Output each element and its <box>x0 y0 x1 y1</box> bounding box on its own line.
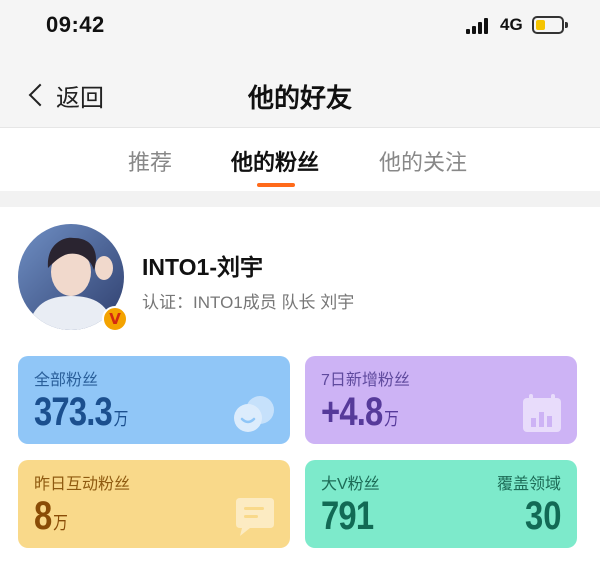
total-fans-card[interactable]: 全部粉丝 373.3万 <box>18 356 290 444</box>
calendar-chart-icon <box>523 394 561 432</box>
network-label: 4G <box>500 15 523 34</box>
tab-his-fans[interactable]: 他的粉丝 <box>231 145 319 177</box>
profile-name[interactable]: INTO1-刘宇 <box>142 248 263 282</box>
interactive-fans-label: 昨日互动粉丝 <box>34 476 131 493</box>
active-tab-indicator <box>257 183 295 187</box>
new-fans-value: +4.8万 <box>321 390 399 434</box>
bigv-fans-label: 大V粉丝 <box>321 476 380 493</box>
new-fans-card[interactable]: 7日新增粉丝 +4.8万 <box>305 356 577 444</box>
interactive-fans-value: 8万 <box>34 494 68 538</box>
tab-his-following[interactable]: 他的关注 <box>379 145 467 177</box>
total-fans-label: 全部粉丝 <box>34 372 99 389</box>
verification-text: 认证：INTO1成员 队长 刘宇 <box>142 293 355 312</box>
top-bar: 09:42 4G 返回 他的好友 <box>0 0 600 128</box>
signal-icon <box>466 18 492 34</box>
chat-bubble-icon <box>236 498 274 536</box>
section-divider <box>0 191 600 207</box>
bigv-fans-card[interactable]: 大V粉丝 791 覆盖领域 30 <box>305 460 577 548</box>
tab-bar: 推荐 他的粉丝 他的关注 <box>0 129 600 191</box>
bigv-fans-value: 791 <box>321 494 374 538</box>
verified-badge-icon: V <box>102 306 128 332</box>
interactive-fans-card[interactable]: 昨日互动粉丝 8万 <box>18 460 290 548</box>
coverage-field-value: 30 <box>524 494 561 538</box>
tab-recommend[interactable]: 推荐 <box>128 145 172 177</box>
total-fans-value: 373.3万 <box>34 390 129 434</box>
page-title: 他的好友 <box>247 83 352 113</box>
coverage-field-label: 覆盖领域 <box>496 476 561 493</box>
battery-icon <box>532 16 568 34</box>
new-fans-label: 7日新增粉丝 <box>321 372 410 389</box>
smiley-faces-icon <box>234 396 274 432</box>
status-time: 09:42 <box>46 12 105 37</box>
